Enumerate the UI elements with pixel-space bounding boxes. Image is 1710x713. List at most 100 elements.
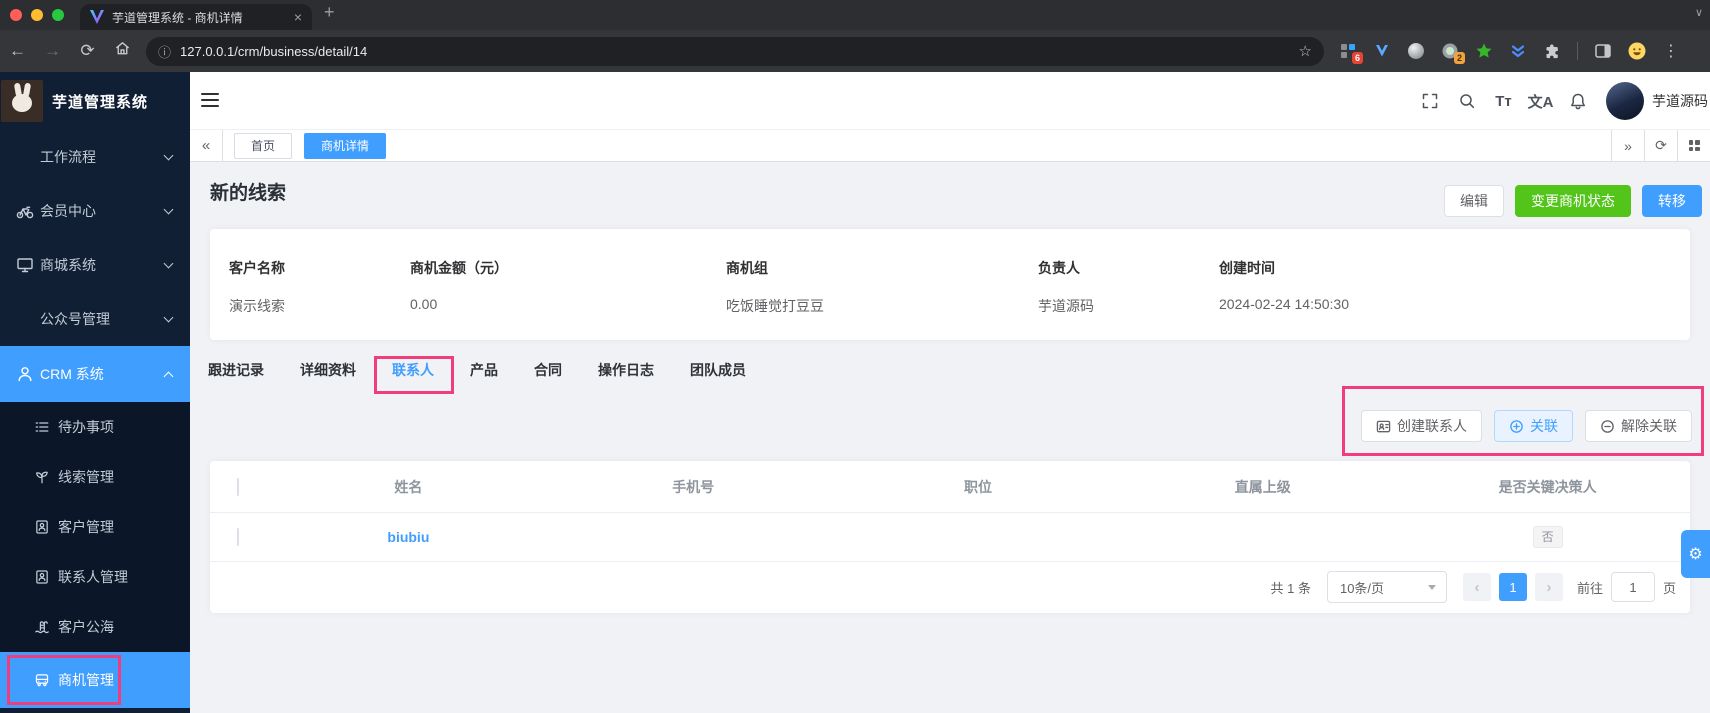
info-field: 创建时间 2024-02-24 14:50:30: [1219, 258, 1690, 316]
contact-book-icon: [34, 569, 50, 585]
sidebar-item-pool[interactable]: 客户公海: [0, 602, 190, 652]
contacts-table-card: 姓名 手机号 职位 直属上级 是否关键决策人 biubiu 否 共 1 条 10…: [210, 461, 1690, 613]
menu-collapse-icon[interactable]: [201, 93, 219, 107]
unlink-button[interactable]: 解除关联: [1585, 410, 1692, 442]
contact-book-icon: [34, 519, 50, 535]
tab-detail-info[interactable]: 详细资料: [300, 360, 356, 380]
create-contact-button[interactable]: 创建联系人: [1361, 410, 1482, 442]
bus-icon: [34, 672, 50, 688]
sidebar-item-business[interactable]: 商机管理: [0, 652, 190, 708]
change-status-button[interactable]: 变更商机状态: [1515, 185, 1631, 217]
table-header-row: 姓名 手机号 职位 直属上级 是否关键决策人: [210, 461, 1690, 513]
sidebar-item-member[interactable]: 会员中心: [0, 184, 190, 238]
prev-page-button[interactable]: ‹: [1462, 573, 1491, 601]
key-decision-badge: 否: [1532, 526, 1563, 548]
sidebar-item-wechat[interactable]: 公众号管理: [0, 292, 190, 346]
notification-bell-icon[interactable]: [1559, 92, 1596, 110]
tags-scroll-left-icon[interactable]: «: [190, 130, 223, 161]
tab-close-icon[interactable]: ×: [294, 9, 302, 25]
search-icon[interactable]: [1448, 92, 1485, 110]
tags-menu-grid-icon[interactable]: [1677, 130, 1710, 161]
column-header[interactable]: 手机号: [551, 477, 836, 497]
extension-chevrons-icon[interactable]: [1509, 42, 1527, 60]
font-size-icon[interactable]: Tт: [1485, 93, 1522, 110]
page-size-select[interactable]: 10条/页: [1326, 571, 1447, 603]
sidebar-item-todo[interactable]: 待办事项: [0, 402, 190, 452]
sidebar-item-workflow[interactable]: 工作流程: [0, 130, 190, 184]
goto-page-input[interactable]: [1610, 572, 1655, 602]
sidebar-item-label: 线索管理: [58, 469, 114, 485]
tag-home[interactable]: 首页: [234, 133, 293, 159]
app-logo-row[interactable]: 芋道管理系统: [0, 72, 190, 130]
link-button[interactable]: 关联: [1494, 410, 1573, 442]
sidebar-item-clue[interactable]: 线索管理: [0, 452, 190, 502]
tab-products[interactable]: 产品: [470, 360, 498, 380]
page-size-value: 10条/页: [1339, 580, 1385, 596]
tab-search-caret-icon[interactable]: ∨: [1695, 6, 1703, 19]
column-header[interactable]: 职位: [836, 477, 1121, 497]
info-field: 负责人 芋道源码: [1038, 258, 1219, 316]
chevron-down-icon: [163, 204, 174, 215]
window-minimize-button[interactable]: [31, 9, 43, 21]
address-bar[interactable]: ⓘ 127.0.0.1/crm/business/detail/14 ☆: [146, 36, 1324, 66]
pagination-bar: 共 1 条 10条/页 ‹ 1 › 前往 页: [210, 562, 1690, 612]
bookmark-star-icon[interactable]: ☆: [1299, 42, 1312, 60]
fullscreen-icon[interactable]: [1411, 92, 1448, 110]
tag-business-detail[interactable]: 商机详情: [304, 133, 387, 159]
new-tab-button[interactable]: +: [324, 2, 335, 23]
reload-icon[interactable]: ⟳: [70, 41, 105, 61]
extension-vue-icon[interactable]: [1373, 42, 1391, 60]
app-navbar: Tт 文A 芋道源码: [190, 72, 1710, 130]
column-header[interactable]: 是否关键决策人: [1405, 477, 1690, 497]
navbar-right: Tт 文A 芋道源码: [1411, 72, 1710, 130]
profile-avatar[interactable]: [1628, 42, 1646, 60]
field-value: 2024-02-24 14:50:30: [1219, 296, 1349, 312]
tab-contract[interactable]: 合同: [534, 360, 562, 380]
row-checkbox[interactable]: [237, 528, 239, 546]
site-info-icon[interactable]: ⓘ: [158, 42, 171, 61]
tab-team-members[interactable]: 团队成员: [690, 360, 746, 380]
chevron-down-icon: [163, 150, 174, 161]
extensions-puzzle-icon[interactable]: [1543, 42, 1561, 60]
extension-sphere-icon[interactable]: [1407, 42, 1425, 60]
window-close-button[interactable]: [10, 9, 22, 21]
user-avatar[interactable]: [1606, 82, 1644, 120]
sidebar-item-mall[interactable]: 商城系统: [0, 238, 190, 292]
tab-operation-log[interactable]: 操作日志: [598, 360, 654, 380]
side-panel-icon[interactable]: [1594, 42, 1612, 60]
extension-area: 6 2 ⋮: [1339, 42, 1680, 64]
current-page-button[interactable]: 1: [1498, 573, 1527, 601]
url-text[interactable]: 127.0.0.1/crm/business/detail/14: [180, 44, 1290, 59]
sidebar-item-contact[interactable]: 联系人管理: [0, 552, 190, 602]
settings-gear-button[interactable]: ⚙: [1681, 530, 1710, 578]
chevron-up-icon: [163, 371, 174, 381]
browser-menu-icon[interactable]: ⋮: [1662, 42, 1680, 60]
next-page-button[interactable]: ›: [1534, 573, 1563, 601]
transfer-button[interactable]: 转移: [1642, 185, 1702, 217]
extension-circle-icon[interactable]: 2: [1441, 42, 1465, 64]
column-header[interactable]: 直属上级: [1120, 477, 1405, 497]
column-header[interactable]: 姓名: [266, 477, 551, 497]
username-label[interactable]: 芋道源码: [1652, 91, 1708, 111]
language-icon[interactable]: 文A: [1522, 91, 1559, 112]
sidebar-item-customer[interactable]: 客户管理: [0, 502, 190, 552]
select-all-checkbox[interactable]: [237, 477, 239, 496]
sidebar-item-label: CRM 系统: [40, 366, 104, 382]
refresh-icon[interactable]: ⟳: [1644, 130, 1677, 161]
back-icon[interactable]: ←: [0, 41, 35, 61]
vite-favicon-icon: [90, 10, 104, 24]
tab-follow-record[interactable]: 跟进记录: [208, 360, 264, 380]
sidebar-item-crm[interactable]: CRM 系统: [0, 346, 190, 402]
extension-grid-icon[interactable]: 6: [1339, 42, 1363, 64]
home-icon[interactable]: [105, 40, 140, 62]
contact-name-link[interactable]: biubiu: [266, 529, 551, 545]
window-maximize-button[interactable]: [52, 9, 64, 21]
toolbar-divider: [1577, 42, 1578, 60]
browser-tab[interactable]: 芋道管理系统 - 商机详情 ×: [80, 4, 312, 30]
extension-star-icon[interactable]: [1475, 42, 1493, 60]
forward-icon[interactable]: →: [35, 41, 70, 61]
tab-contacts[interactable]: 联系人: [392, 360, 434, 380]
tags-scroll-right-icon[interactable]: »: [1611, 130, 1644, 161]
edit-button[interactable]: 编辑: [1444, 185, 1504, 217]
tags-right-tools: » ⟳: [1611, 130, 1710, 161]
